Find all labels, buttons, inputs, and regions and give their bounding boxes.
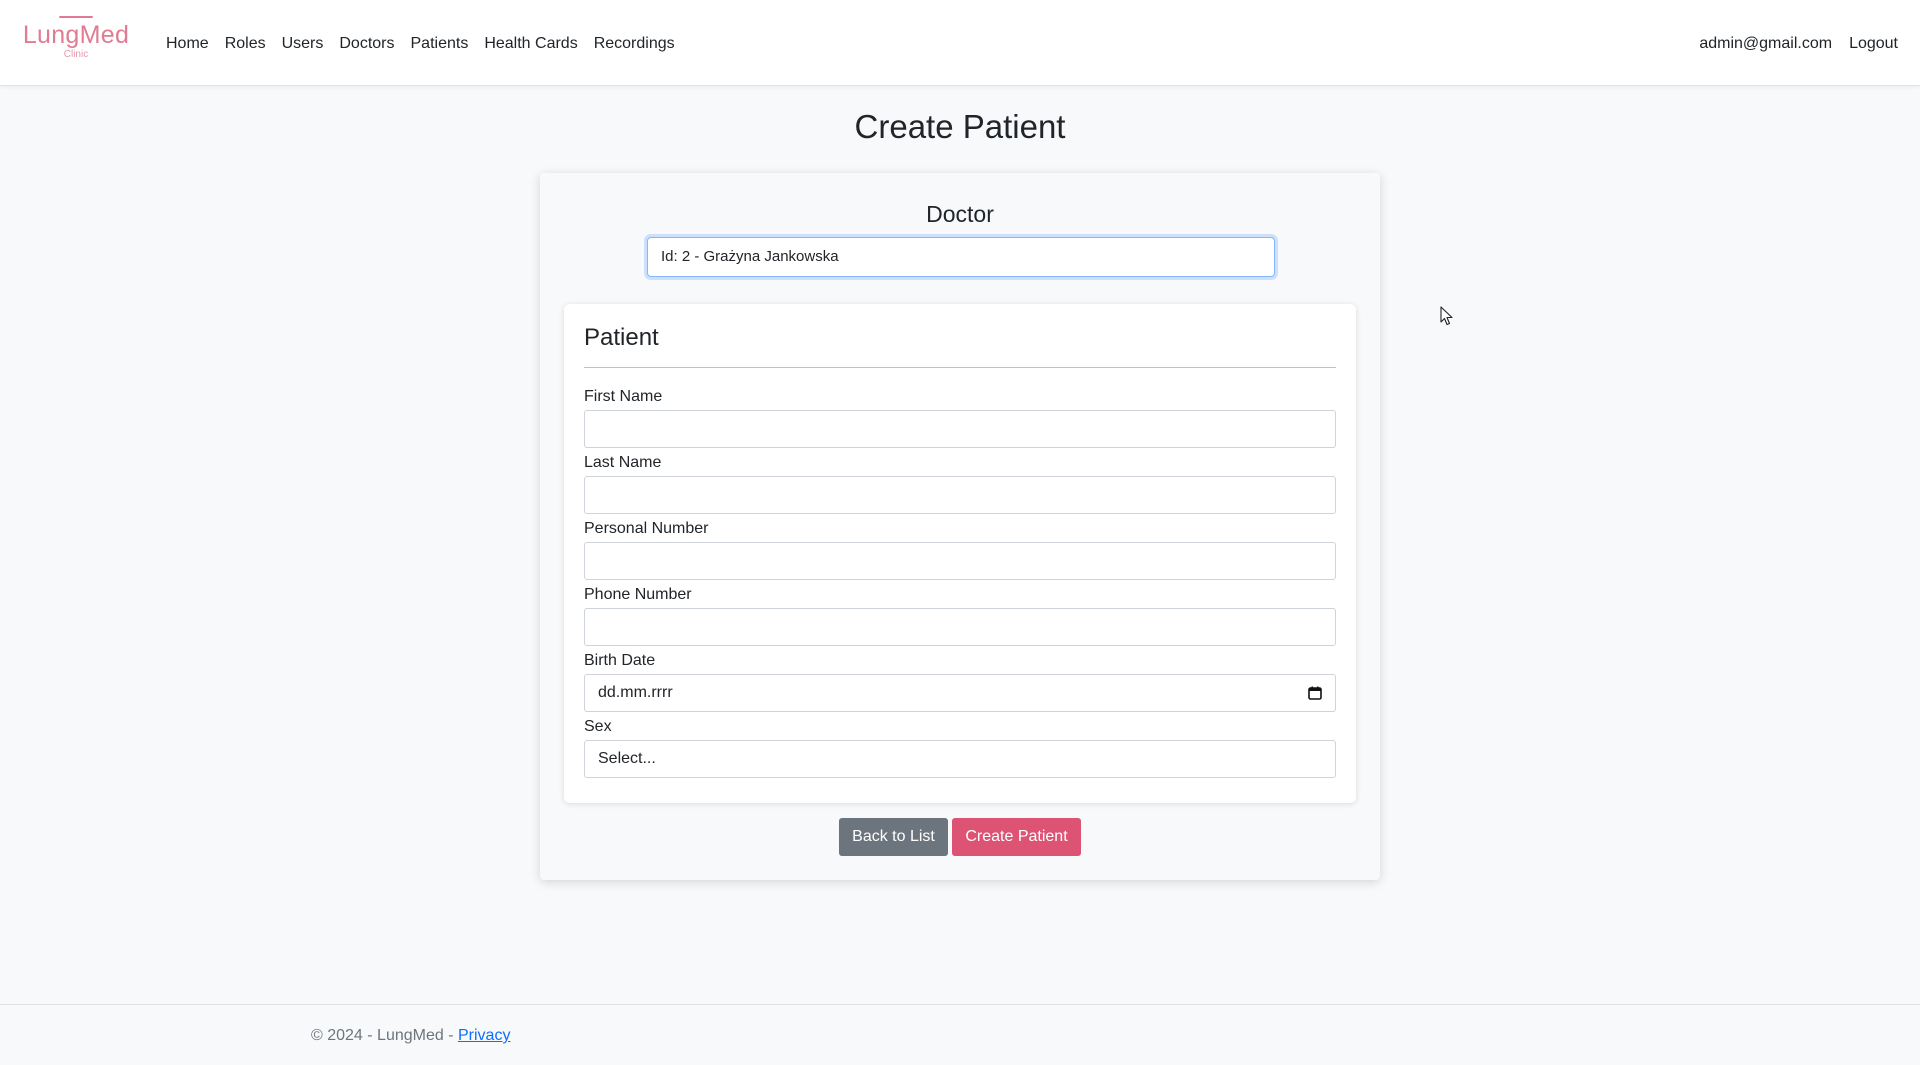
first-name-input[interactable]: [584, 410, 1336, 448]
phone-number-label: Phone Number: [584, 586, 692, 603]
user-email-link[interactable]: admin@gmail.com: [1682, 30, 1832, 58]
nav-link-home[interactable]: Home: [166, 30, 217, 58]
doctor-select[interactable]: Id: 2 - Grażyna Jankowska: [647, 237, 1275, 277]
brand-logo[interactable]: LungMed Clinic: [18, 16, 134, 70]
logout-link[interactable]: Logout: [1832, 30, 1898, 58]
top-navbar: LungMed Clinic Home Roles Users Doctors …: [0, 0, 1920, 86]
doctor-label: Doctor: [926, 201, 994, 227]
nav-link-doctors[interactable]: Doctors: [331, 30, 402, 58]
back-to-list-button[interactable]: Back to List: [839, 818, 948, 856]
main-nav: Home Roles Users Doctors Patients Health…: [166, 30, 683, 58]
nav-link-roles[interactable]: Roles: [217, 30, 274, 58]
page-footer: © 2024 - LungMed - Privacy: [0, 1004, 1920, 1065]
create-patient-button[interactable]: Create Patient: [952, 818, 1081, 856]
create-patient-form-card: Doctor Id: 2 - Grażyna Jankowska Patient…: [540, 173, 1380, 880]
nav-link-patients[interactable]: Patients: [403, 30, 477, 58]
calendar-icon[interactable]: [1307, 685, 1323, 701]
footer-text: © 2024 - LungMed - Privacy: [311, 1027, 510, 1045]
brand-subtitle: Clinic: [63, 49, 89, 60]
privacy-link[interactable]: Privacy: [458, 1027, 510, 1044]
birth-date-label: Birth Date: [584, 652, 656, 669]
personal-number-input[interactable]: [584, 542, 1336, 580]
last-name-input[interactable]: [584, 476, 1336, 514]
sex-label: Sex: [584, 718, 612, 735]
page-title: Create Patient: [854, 108, 1066, 145]
first-name-label: First Name: [584, 388, 663, 405]
nav-link-health-cards[interactable]: Health Cards: [476, 30, 585, 58]
user-nav: admin@gmail.com Logout: [1682, 30, 1898, 58]
patient-section: Patient First Name Last Name Personal Nu…: [564, 304, 1356, 803]
section-divider: [584, 367, 1336, 368]
nav-link-recordings[interactable]: Recordings: [586, 30, 683, 58]
sex-select[interactable]: Select...: [584, 740, 1336, 778]
mouse-cursor-icon: [1440, 306, 1453, 326]
brand-name: LungMed: [22, 21, 130, 49]
birth-date-placeholder: dd.mm.rrrr: [598, 684, 673, 701]
phone-number-input[interactable]: [584, 608, 1336, 646]
personal-number-label: Personal Number: [584, 520, 709, 537]
birth-date-input[interactable]: dd.mm.rrrr: [584, 674, 1336, 712]
nav-link-users[interactable]: Users: [274, 30, 332, 58]
last-name-label: Last Name: [584, 454, 662, 471]
brand-accent-bar: [59, 16, 93, 18]
copyright-text: © 2024 - LungMed -: [311, 1027, 458, 1044]
patient-section-title: Patient: [584, 324, 659, 351]
